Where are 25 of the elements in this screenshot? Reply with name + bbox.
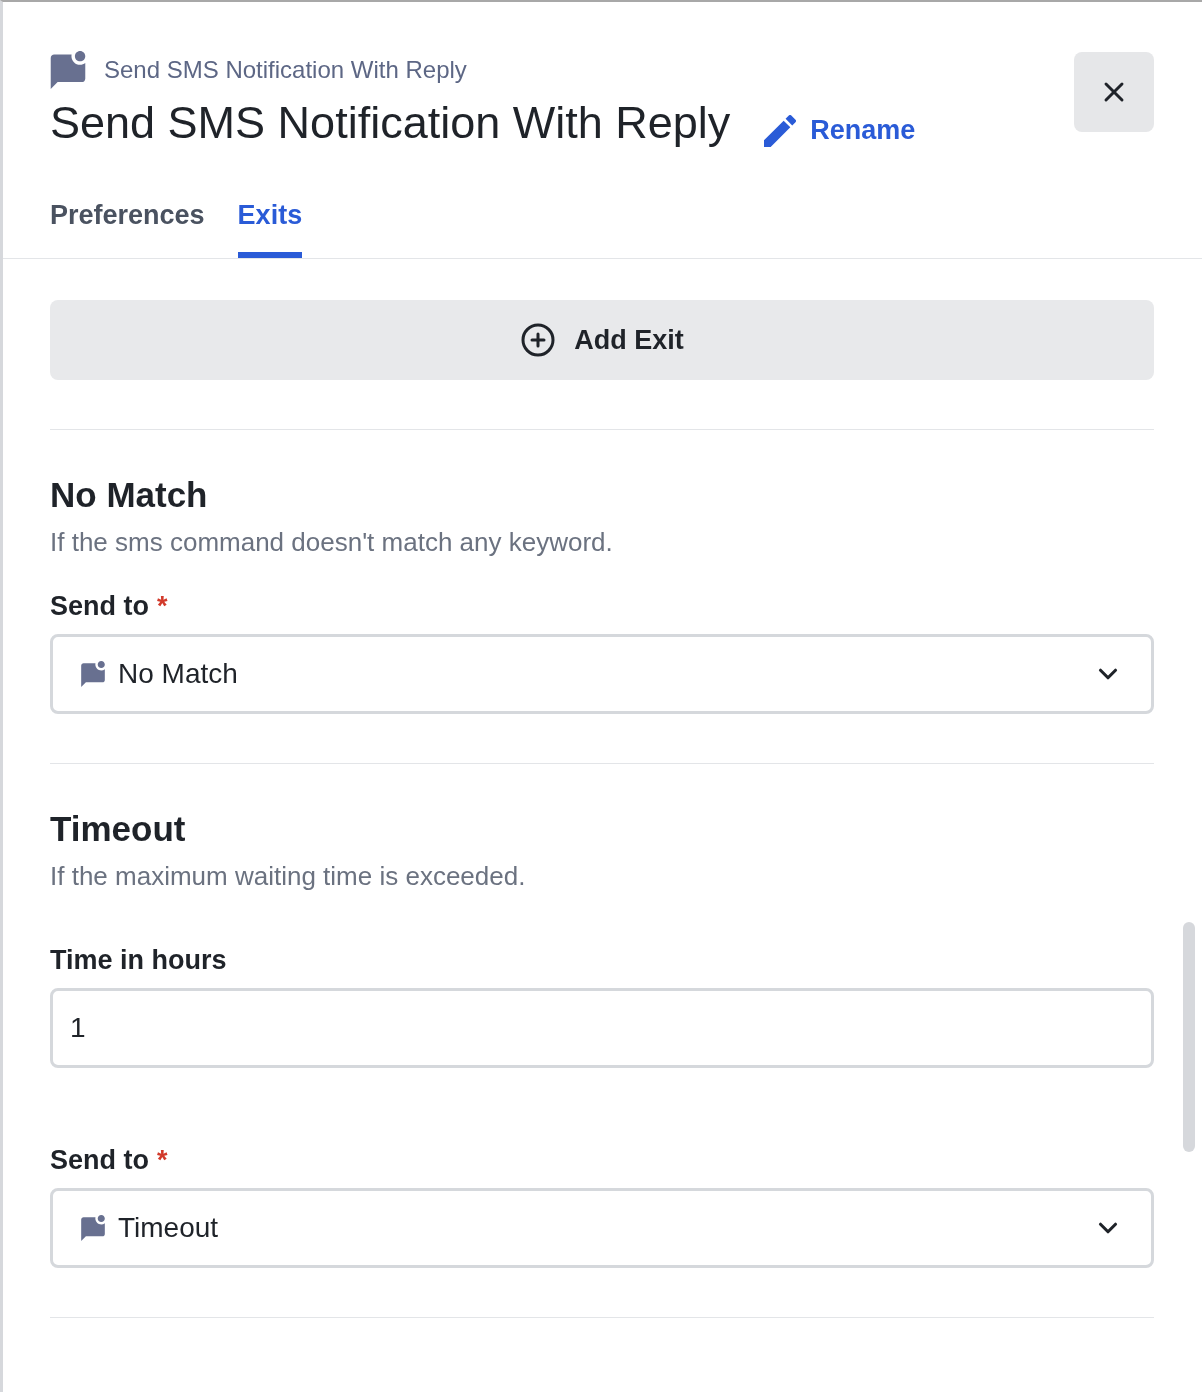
section-heading: No Match [50, 474, 209, 516]
chat-bubble-icon [80, 661, 106, 687]
add-exit-button[interactable]: Add Exit [50, 300, 1154, 380]
chat-bubble-icon [80, 1215, 106, 1241]
section-description: If the sms command doesn't match any keyword. [50, 526, 614, 559]
panel-title: Send SMS Notification With Reply [50, 96, 731, 150]
scrollbar-thumb[interactable] [1183, 922, 1195, 1152]
time-input[interactable]: 1 [50, 988, 1154, 1068]
tab[interactable]: Preferences [50, 197, 205, 258]
close-button[interactable] [1074, 52, 1154, 132]
chat-bubble-icon [50, 51, 86, 89]
pencil-icon [764, 115, 797, 147]
send-to-select[interactable]: No Match [50, 634, 1154, 714]
field-label: Send to [50, 1144, 149, 1177]
send-to-select[interactable]: Timeout [50, 1188, 1154, 1268]
field-label: Send to [50, 590, 149, 623]
field-label: Time in hours [50, 944, 227, 977]
required-mark: * [157, 590, 168, 623]
required-mark: * [157, 1144, 168, 1177]
tab[interactable]: Exits [237, 197, 303, 258]
breadcrumb-subtitle: Send SMS Notification With Reply [104, 55, 467, 85]
section-heading: Timeout [50, 808, 187, 850]
section-description: If the maximum waiting time is exceeded. [50, 860, 527, 893]
rename-link[interactable]: Rename [810, 113, 916, 147]
plus-circle-icon [520, 322, 557, 358]
